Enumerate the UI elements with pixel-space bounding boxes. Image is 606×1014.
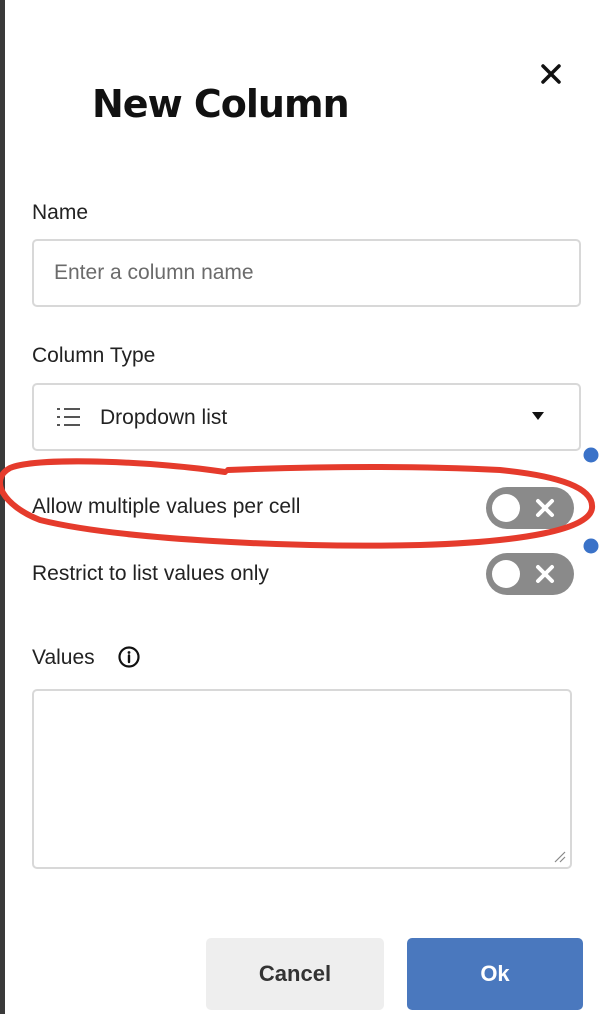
allow-multiple-toggle[interactable] xyxy=(486,487,574,529)
column-name-input[interactable] xyxy=(32,239,581,307)
ok-button[interactable]: Ok xyxy=(407,938,583,1010)
values-label: Values xyxy=(32,646,95,669)
name-label: Name xyxy=(32,201,89,224)
info-icon[interactable] xyxy=(117,645,141,669)
cancel-button[interactable]: Cancel xyxy=(206,938,384,1010)
dialog-title: New Column xyxy=(92,82,350,126)
close-icon xyxy=(536,499,554,517)
column-type-label: Column Type xyxy=(32,344,156,367)
close-icon xyxy=(536,565,554,583)
new-column-dialog: New Column Name Column Type Dropdown lis… xyxy=(5,0,606,1014)
restrict-values-toggle[interactable] xyxy=(486,553,574,595)
close-icon xyxy=(541,64,561,84)
toggle-knob xyxy=(492,494,520,522)
restrict-values-label: Restrict to list values only xyxy=(32,562,269,585)
column-type-select[interactable]: Dropdown list xyxy=(32,383,581,451)
resize-handle-icon[interactable] xyxy=(554,851,566,863)
column-type-value: Dropdown list xyxy=(100,406,228,429)
close-button[interactable] xyxy=(533,56,569,92)
toggle-knob xyxy=(492,560,520,588)
values-textarea[interactable] xyxy=(32,689,572,869)
allow-multiple-label: Allow multiple values per cell xyxy=(32,495,301,518)
list-icon xyxy=(57,408,80,426)
chevron-down-icon xyxy=(532,412,544,420)
